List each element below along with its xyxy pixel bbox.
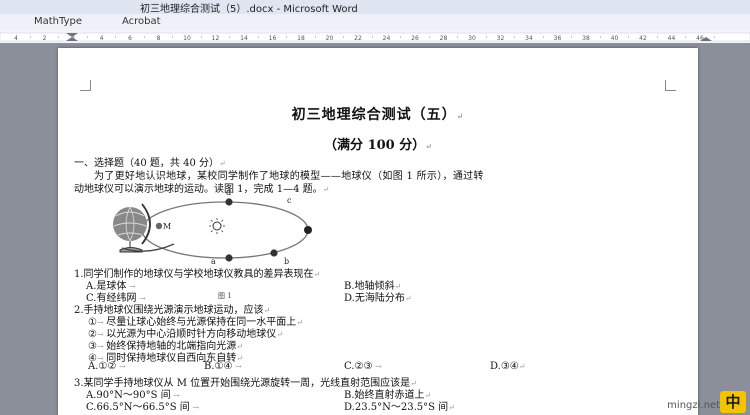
- window-title: 初三地理综合测试（5）.docx - Microsoft Word: [140, 4, 358, 15]
- q2-option-a: A.①② →: [88, 361, 126, 372]
- document-body[interactable]: 初三地理综合测试（五）↵ （满分 100 分）↵ 一、选择题（40 题，共 40…: [58, 48, 698, 415]
- ruler-number: 12: [212, 35, 220, 42]
- position-b-dot: [270, 249, 278, 257]
- label-m: M: [163, 222, 171, 231]
- ruler-number: 44: [668, 35, 676, 42]
- sun-icon: [209, 218, 225, 234]
- q2-option-b: B.①④ →: [204, 361, 242, 372]
- ruler-number: 4: [100, 35, 104, 42]
- document-title: 初三地理综合测试（五）↵: [291, 107, 465, 123]
- figure-caption: 图 1: [218, 292, 232, 300]
- ruler-number: 32: [497, 35, 505, 42]
- ruler-number: 6: [128, 35, 132, 42]
- ruler-number: 4: [14, 35, 18, 42]
- ruler-number: 20: [326, 35, 334, 42]
- ruler-number: 38: [582, 35, 590, 42]
- ruler-number: 22: [354, 35, 362, 42]
- q2-option-c: C.②③ →: [344, 361, 382, 372]
- ruler-number: 14: [240, 35, 248, 42]
- q1-option-d: D.无海陆分布↵: [344, 293, 412, 304]
- ruler-number: 8: [157, 35, 161, 42]
- position-c-dot: [304, 226, 312, 234]
- ruler-number: 16: [269, 35, 277, 42]
- ruler-number: 28: [440, 35, 448, 42]
- menu-item-acrobat[interactable]: Acrobat: [122, 16, 161, 27]
- label-c: c: [287, 196, 292, 205]
- label-d: d: [226, 188, 231, 197]
- ruler-number: 30: [468, 35, 476, 42]
- ruler-number: 10: [183, 35, 191, 42]
- ruler-number: 42: [639, 35, 647, 42]
- ruler-scale: 4224681012141618202224262830323436384042…: [0, 32, 750, 42]
- position-m-dot: [155, 222, 163, 230]
- menu-bar: MathType Acrobat: [0, 14, 750, 32]
- position-a-dot: [225, 254, 233, 262]
- ime-chinese-badge[interactable]: 中: [720, 391, 746, 413]
- watermark-text: mingzi.net: [667, 400, 720, 411]
- ruler-number: 34: [525, 35, 533, 42]
- ruler-number: 26: [411, 35, 419, 42]
- menu-item-mathtype[interactable]: MathType: [34, 16, 82, 27]
- ruler-number: 24: [383, 35, 391, 42]
- title-bar: 初三地理综合测试（5）.docx - Microsoft Word: [0, 0, 750, 15]
- q3-option-c: C.66.5°N～66.5°S 间 →: [86, 402, 200, 413]
- ruler-number: 2: [43, 35, 47, 42]
- q3-option-d: D.23.5°N～23.5°S 间↵: [344, 402, 455, 413]
- ruler-number: 36: [554, 35, 562, 42]
- position-d-dot: [225, 198, 233, 206]
- document-subtitle: （满分 100 分）↵: [324, 138, 432, 153]
- ruler-number: 18: [297, 35, 305, 42]
- q2-option-d: D.③④↵: [490, 361, 526, 372]
- document-page[interactable]: 初三地理综合测试（五）↵ （满分 100 分）↵ 一、选择题（40 题，共 40…: [58, 48, 698, 415]
- ruler-number: 40: [611, 35, 619, 42]
